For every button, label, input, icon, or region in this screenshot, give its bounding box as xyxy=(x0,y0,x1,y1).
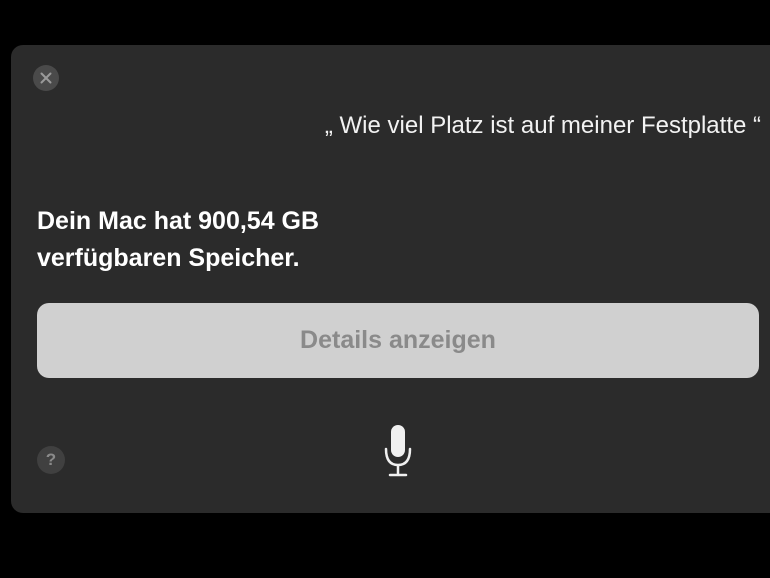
close-button[interactable] xyxy=(33,65,59,91)
microphone-button[interactable] xyxy=(379,423,417,483)
details-button-label: Details anzeigen xyxy=(300,326,496,354)
siri-answer-text: Dein Mac hat 900,54 GB verfügbaren Speic… xyxy=(37,207,320,272)
user-query-text: „ Wie viel Platz ist auf meiner Festplat… xyxy=(324,112,761,139)
help-icon: ? xyxy=(45,450,57,469)
siri-panel: „ Wie viel Platz ist auf meiner Festplat… xyxy=(11,45,770,513)
details-button[interactable]: Details anzeigen xyxy=(37,303,759,378)
help-button[interactable]: ? xyxy=(37,446,65,474)
close-icon xyxy=(40,72,52,84)
microphone-icon xyxy=(383,423,413,484)
